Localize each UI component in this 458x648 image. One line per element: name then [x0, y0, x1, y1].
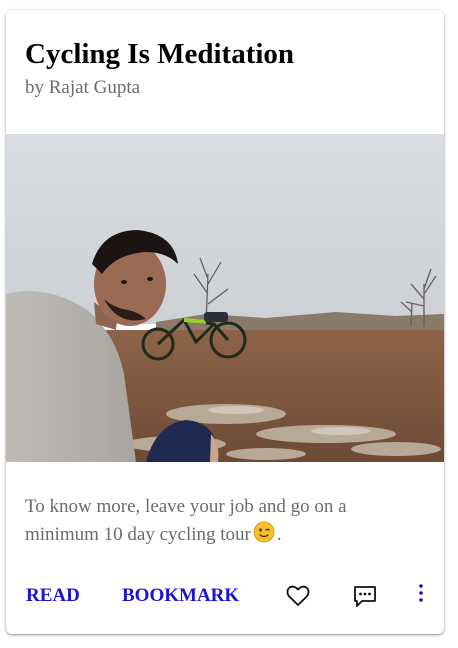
read-button[interactable]: READ [26, 586, 80, 605]
like-button[interactable] [285, 584, 311, 611]
post-card: Cycling Is Meditation by Rajat Gupta To … [6, 10, 444, 634]
post-description-end: . [276, 524, 282, 545]
post-description-text: To know more, leave your job and go on a… [25, 496, 347, 545]
heart-outline-icon [286, 585, 310, 606]
post-author: by Rajat Gupta [25, 77, 141, 98]
post-title: Cycling Is Meditation [25, 38, 295, 70]
comment-icon [354, 586, 376, 607]
comment-button[interactable] [352, 584, 378, 613]
card-actions: READ BOOKMARK [6, 576, 444, 616]
more-options-button[interactable] [414, 582, 428, 607]
winking-face-emoji-icon [253, 521, 275, 543]
more-vertical-icon [419, 584, 423, 602]
post-image [6, 134, 444, 462]
bookmark-button[interactable]: BOOKMARK [122, 586, 239, 605]
post-description: To know more, leave your job and go on a… [25, 493, 425, 549]
